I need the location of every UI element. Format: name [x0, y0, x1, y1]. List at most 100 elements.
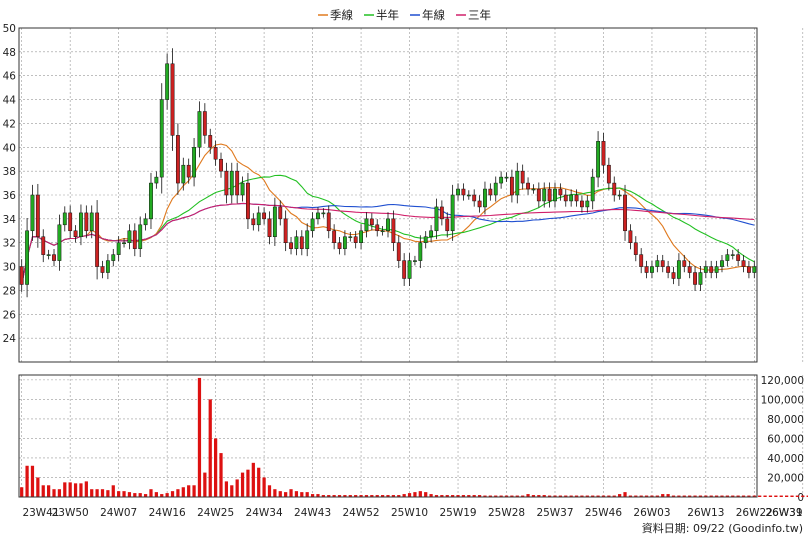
- volume-bar: [63, 482, 67, 497]
- candle-body: [746, 266, 751, 273]
- candle: [143, 213, 148, 231]
- volume-bar: [758, 495, 762, 497]
- volume-tick-label: 120,000: [761, 375, 804, 387]
- volume-bar: [25, 465, 29, 497]
- candle-body: [515, 170, 520, 196]
- candle-body: [752, 266, 757, 273]
- candle-body: [434, 206, 439, 232]
- volume-bar: [57, 489, 62, 497]
- volume-bar: [36, 477, 40, 497]
- candle: [413, 255, 417, 266]
- price-tick-label: 28: [3, 285, 16, 297]
- candle: [477, 195, 482, 213]
- volume-bar: [219, 453, 223, 497]
- candle: [310, 212, 315, 238]
- candlestick-series: [19, 48, 757, 298]
- candle-body: [596, 141, 601, 178]
- candle-body: [127, 230, 132, 243]
- volume-bar: [20, 487, 24, 497]
- candle-body: [450, 194, 455, 232]
- candle: [25, 217, 30, 298]
- source-date-label: 資料日期: 09/22 (Goodinfo.tw): [642, 521, 803, 535]
- candle: [57, 214, 62, 271]
- candle: [655, 254, 660, 273]
- candle-body: [19, 266, 24, 285]
- candle-body: [536, 188, 541, 202]
- candle-body: [693, 272, 697, 285]
- candle: [100, 260, 105, 279]
- volume-bar: [84, 481, 88, 497]
- candle-body: [687, 266, 692, 273]
- candle-body: [628, 230, 633, 243]
- candle: [256, 206, 261, 232]
- candle-body: [213, 147, 218, 160]
- candle: [105, 254, 110, 280]
- candle: [407, 253, 412, 286]
- candle: [703, 260, 708, 279]
- candle: [154, 171, 159, 189]
- candle: [617, 190, 622, 200]
- candle-body: [73, 230, 78, 238]
- volume-bar: [68, 482, 72, 497]
- candle: [531, 184, 536, 194]
- price-tick-label: 46: [3, 71, 17, 83]
- volume-bar: [95, 489, 99, 497]
- candle: [553, 182, 557, 208]
- volume-bar: [289, 489, 293, 497]
- chart-legend: 季線 半年 年線 三年: [318, 8, 491, 22]
- candle-body: [617, 194, 622, 197]
- candle-body: [229, 170, 234, 196]
- candle: [741, 254, 746, 273]
- volume-bar: [224, 481, 229, 497]
- candle-body: [698, 272, 703, 285]
- candle: [612, 176, 617, 202]
- candle-body: [730, 254, 735, 256]
- volume-bar: [138, 493, 142, 497]
- volume-panel-frame: [18, 374, 758, 498]
- candle: [429, 225, 434, 243]
- candle: [375, 219, 380, 237]
- candle-body: [590, 176, 595, 202]
- candle: [202, 103, 207, 144]
- volume-bar: [41, 485, 45, 497]
- volume-bar: [170, 491, 175, 497]
- candle-body: [709, 266, 714, 273]
- candle-body: [542, 188, 547, 202]
- candle-body: [612, 182, 617, 196]
- candle: [391, 210, 396, 252]
- candle: [62, 206, 67, 232]
- candle: [709, 260, 714, 279]
- volume-bar: [197, 377, 202, 497]
- x-axis: 23W4123W50 24W07 24W16 24W25 24W34 24W43 24W52…: [22, 507, 802, 519]
- chart-canvas: 季線 半年 年線 三年 24 26 28 30 32 34 36 38 40 42 44 46 48 50 0 2…: [3, 8, 808, 535]
- candle: [563, 189, 568, 207]
- volume-bar: [176, 489, 180, 497]
- legend-label-2: 年線: [422, 8, 445, 22]
- candle: [138, 216, 143, 258]
- volume-bar: [187, 485, 191, 497]
- legend-label-3: 三年: [468, 8, 491, 22]
- x-tick-label: 24W34: [246, 507, 283, 519]
- candle-body: [418, 242, 423, 261]
- candle-body: [666, 266, 671, 273]
- candle-body: [639, 254, 644, 267]
- candle: [402, 253, 407, 286]
- candle: [596, 131, 601, 188]
- candle-body: [342, 236, 347, 249]
- candle: [396, 235, 401, 269]
- candle: [359, 224, 363, 250]
- candle-body: [439, 206, 444, 220]
- candle-body: [35, 194, 40, 237]
- candle-body: [310, 218, 315, 232]
- volume-bar: [774, 495, 778, 497]
- volume-bar: [246, 469, 250, 497]
- candle: [580, 195, 584, 213]
- candle: [19, 259, 24, 292]
- volume-bars: [20, 377, 808, 497]
- x-tick-label: 26W13: [687, 507, 724, 519]
- candle-body: [272, 206, 277, 238]
- x-tick-label: 24W07: [100, 507, 137, 519]
- volume-bar: [801, 495, 805, 497]
- candle: [159, 83, 164, 194]
- candle-body: [720, 260, 724, 267]
